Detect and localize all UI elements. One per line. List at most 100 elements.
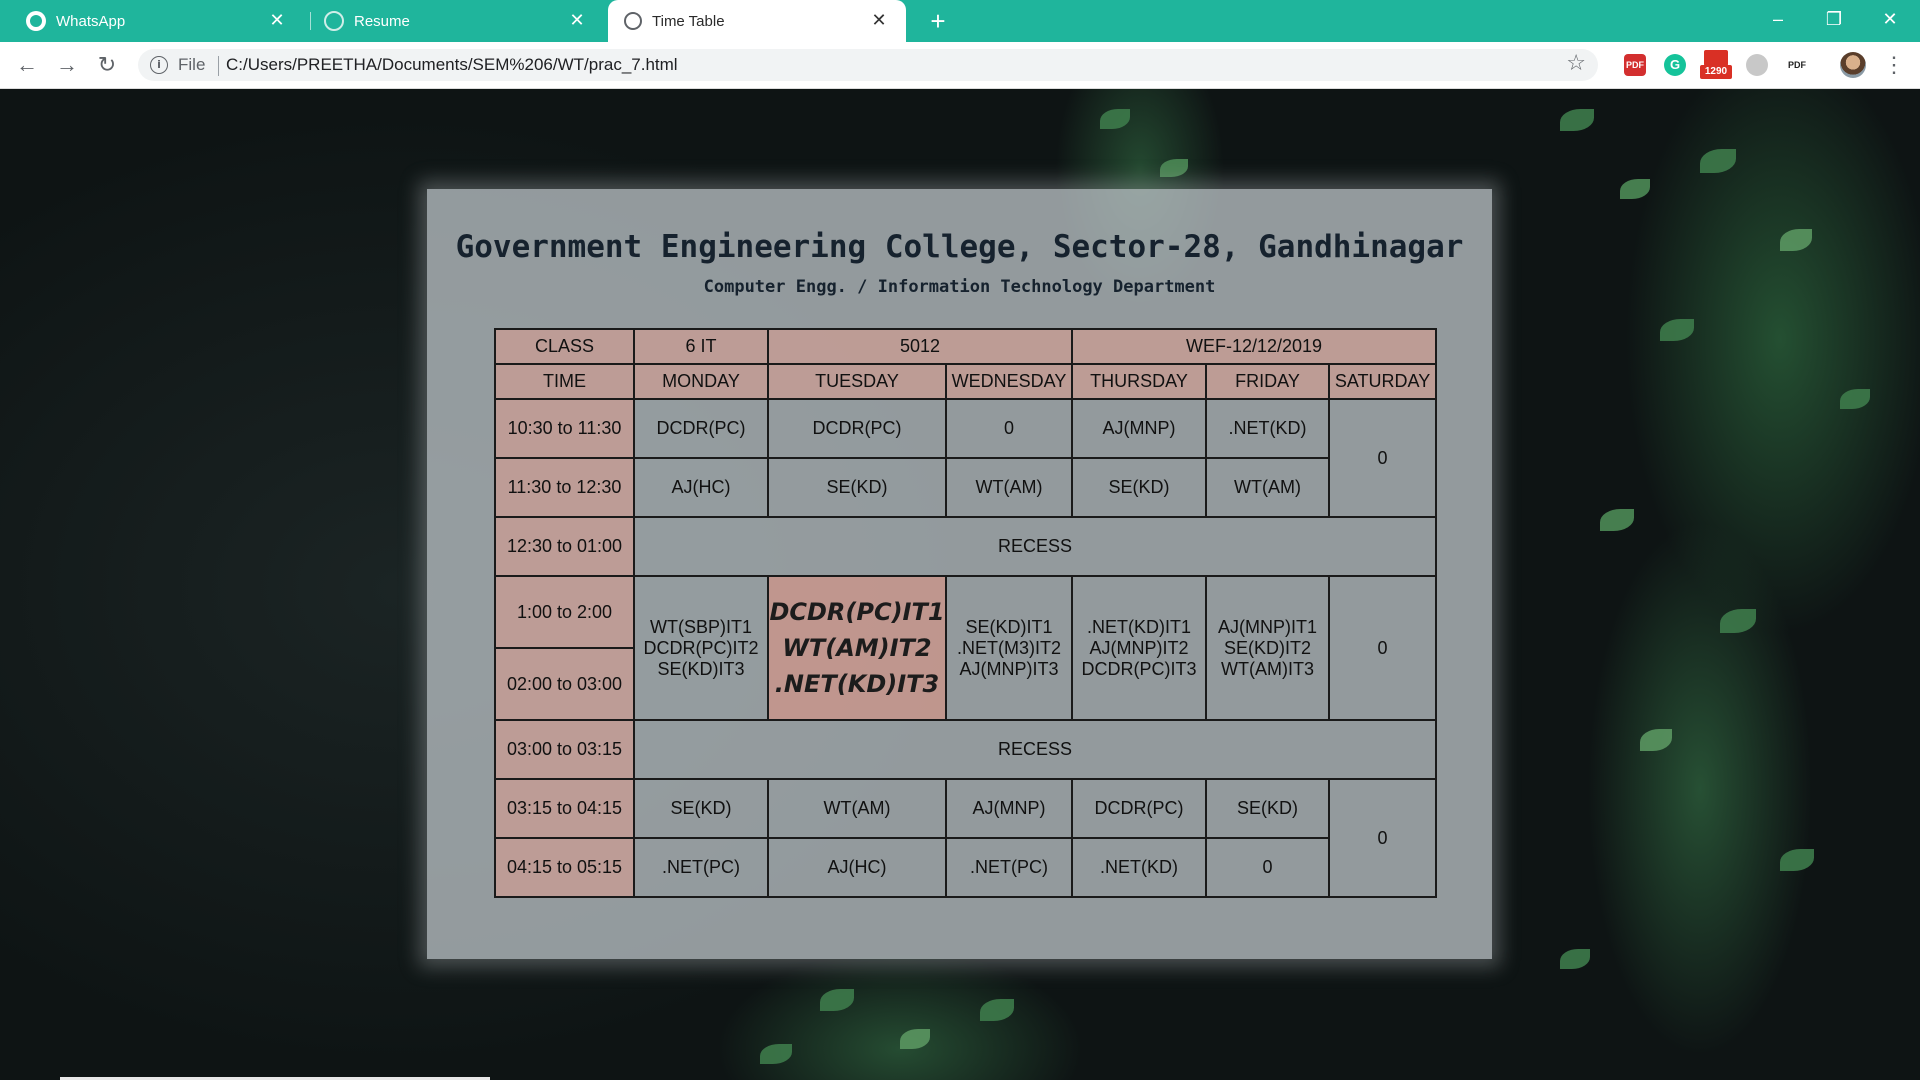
lecture-cell: AJ(MNP) [1071,398,1208,459]
info-icon[interactable]: i [150,56,168,74]
leaf-decoration [1600,509,1634,531]
back-button[interactable]: ← [12,50,42,80]
close-window-button[interactable]: ✕ [1862,0,1918,42]
lecture-cell: AJ(MNP) [944,778,1074,839]
lecture-cell: SE(KD) [767,457,947,518]
leaf-decoration [900,1029,930,1049]
grammarly-extension-icon[interactable]: G [1664,54,1686,76]
lecture-cell: .NET(PC) [633,837,769,898]
table-row: TIME MONDAY TUESDAY WEDNESDAY THURSDAY F… [494,363,1438,400]
day-header-cell: TUESDAY [767,363,947,400]
profile-avatar[interactable] [1840,52,1866,78]
saturday-morning-cell: 0 [1328,398,1438,518]
lecture-cell: AJ(HC) [767,837,947,898]
browser-toolbar: ← → ↻ i File C:/Users/PREETHA/Documents/… [0,42,1920,89]
tab-title: Time Table [652,12,725,30]
lab-entry: AJ(MNP)IT1 [1218,616,1318,637]
tab-whatsapp[interactable]: WhatsApp ✕ [14,0,304,42]
pdf-label: PDF [1788,60,1806,70]
lab-entry: WT(AM)IT2 [782,634,932,662]
forward-button[interactable]: → [52,50,82,80]
address-bar[interactable]: i File C:/Users/PREETHA/Documents/SEM%20… [138,49,1598,81]
leaf-decoration [980,999,1014,1021]
lecture-cell: 0 [1205,837,1331,898]
close-icon[interactable]: ✕ [568,11,586,29]
tab-resume[interactable]: Resume ✕ [312,0,604,42]
address-divider [218,56,219,76]
time-cell: 11:30 to 12:30 [494,457,635,518]
tab-title: WhatsApp [56,12,126,30]
lecture-cell: SE(KD) [633,778,769,839]
minimize-button[interactable]: – [1750,0,1806,42]
new-tab-button[interactable]: + [922,5,954,37]
day-header-cell: THURSDAY [1071,363,1208,400]
lab-entry: DCDR(PC)IT2 [643,637,759,658]
pdf-extension-icon[interactable]: PDF [1624,54,1646,76]
leaf-decoration [1560,949,1590,969]
lecture-cell: WT(AM) [944,457,1074,518]
gmail-extension-icon[interactable]: 1290 [1700,50,1732,80]
whatsapp-icon [26,11,46,31]
lab-entry: WT(SBP)IT1 [650,616,752,637]
lab-entry: AJ(MNP)IT2 [1089,637,1189,658]
lecture-cell: DCDR(PC) [633,398,769,459]
lab-entry: WT(AM)IT3 [1221,658,1314,679]
day-header-cell: MONDAY [633,363,769,400]
time-cell: 03:00 to 03:15 [494,719,635,780]
lab-cell-wednesday: SE(KD)IT1 .NET(M3)IT2 AJ(MNP)IT3 [944,575,1074,721]
department-subtitle: Computer Engg. / Information Technology … [703,277,1216,297]
close-icon[interactable]: ✕ [268,11,286,29]
day-header-cell: FRIDAY [1205,363,1331,400]
leaf-decoration [1780,849,1814,871]
pdf-tool-extension-icon[interactable]: PDF [1786,54,1808,76]
extension-circle-icon[interactable] [1746,54,1768,76]
lecture-cell: WT(AM) [767,778,947,839]
bookmark-star-icon[interactable]: ☆ [1566,51,1586,76]
page-title: Government Engineering College, Sector-2… [455,229,1464,265]
leaf-decoration [1160,159,1188,177]
time-cell: 04:15 to 05:15 [494,837,635,898]
table-row: CLASS 6 IT 5012 WEF-12/12/2019 [494,328,1438,365]
table-row: 1:00 to 2:00 WT(SBP)IT1 DCDR(PC)IT2 SE(K… [494,575,1438,721]
menu-icon[interactable]: ⋮ [1883,52,1905,78]
page-viewport: Government Engineering College, Sector-2… [0,89,1920,1080]
lecture-cell: .NET(KD) [1205,398,1331,459]
lecture-cell: DCDR(PC) [767,398,947,459]
lab-cell-friday: AJ(MNP)IT1 SE(KD)IT2 WT(AM)IT3 [1205,575,1331,721]
class-value-cell: 6 IT [633,328,769,365]
lecture-cell: SE(KD) [1205,778,1331,839]
wef-cell: WEF-12/12/2019 [1071,328,1438,365]
lecture-cell: SE(KD) [1071,457,1208,518]
gmail-badge: 1290 [1700,65,1732,79]
table-row: 12:30 to 01:00 RECESS [494,516,1438,577]
globe-icon [324,11,344,31]
lab-cell-thursday: .NET(KD)IT1 AJ(MNP)IT2 DCDR(PC)IT3 [1071,575,1208,721]
scheme-label: File [178,55,206,74]
lecture-cell: AJ(HC) [633,457,769,518]
leaf-decoration [820,989,854,1011]
table-row: 03:00 to 03:15 RECESS [494,719,1438,780]
tab-divider [310,12,311,30]
recess-cell: RECESS [632,719,1438,780]
lecture-cell: DCDR(PC) [1071,778,1208,839]
lecture-cell: 0 [944,398,1074,459]
lecture-cell: .NET(KD) [1071,837,1208,898]
leaf-decoration [1720,609,1756,633]
lab-entry: SE(KD)IT2 [1224,637,1312,658]
lab-cell-tuesday-highlighted: DCDR(PC)IT1 WT(AM)IT2 .NET(KD)IT3 [767,575,947,721]
url-text[interactable]: C:/Users/PREETHA/Documents/SEM%206/WT/pr… [226,55,678,75]
lab-entry: AJ(MNP)IT3 [959,658,1059,679]
time-cell: 12:30 to 01:00 [494,516,635,577]
recess-cell: RECESS [632,516,1438,577]
timetable-panel: Government Engineering College, Sector-2… [427,189,1492,959]
leaf-decoration [1840,389,1870,409]
close-icon[interactable]: ✕ [870,11,888,29]
restore-button[interactable]: ❐ [1806,0,1862,42]
leaf-decoration [1620,179,1650,199]
day-header-cell: WEDNESDAY [944,363,1074,400]
tab-time-table[interactable]: Time Table ✕ [608,0,906,42]
time-cell: 03:15 to 04:15 [494,778,635,839]
tab-title: Resume [354,12,410,30]
tab-strip: WhatsApp ✕ Resume ✕ Time Table ✕ + – ❐ ✕ [0,0,1920,42]
reload-button[interactable]: ↻ [92,50,122,80]
